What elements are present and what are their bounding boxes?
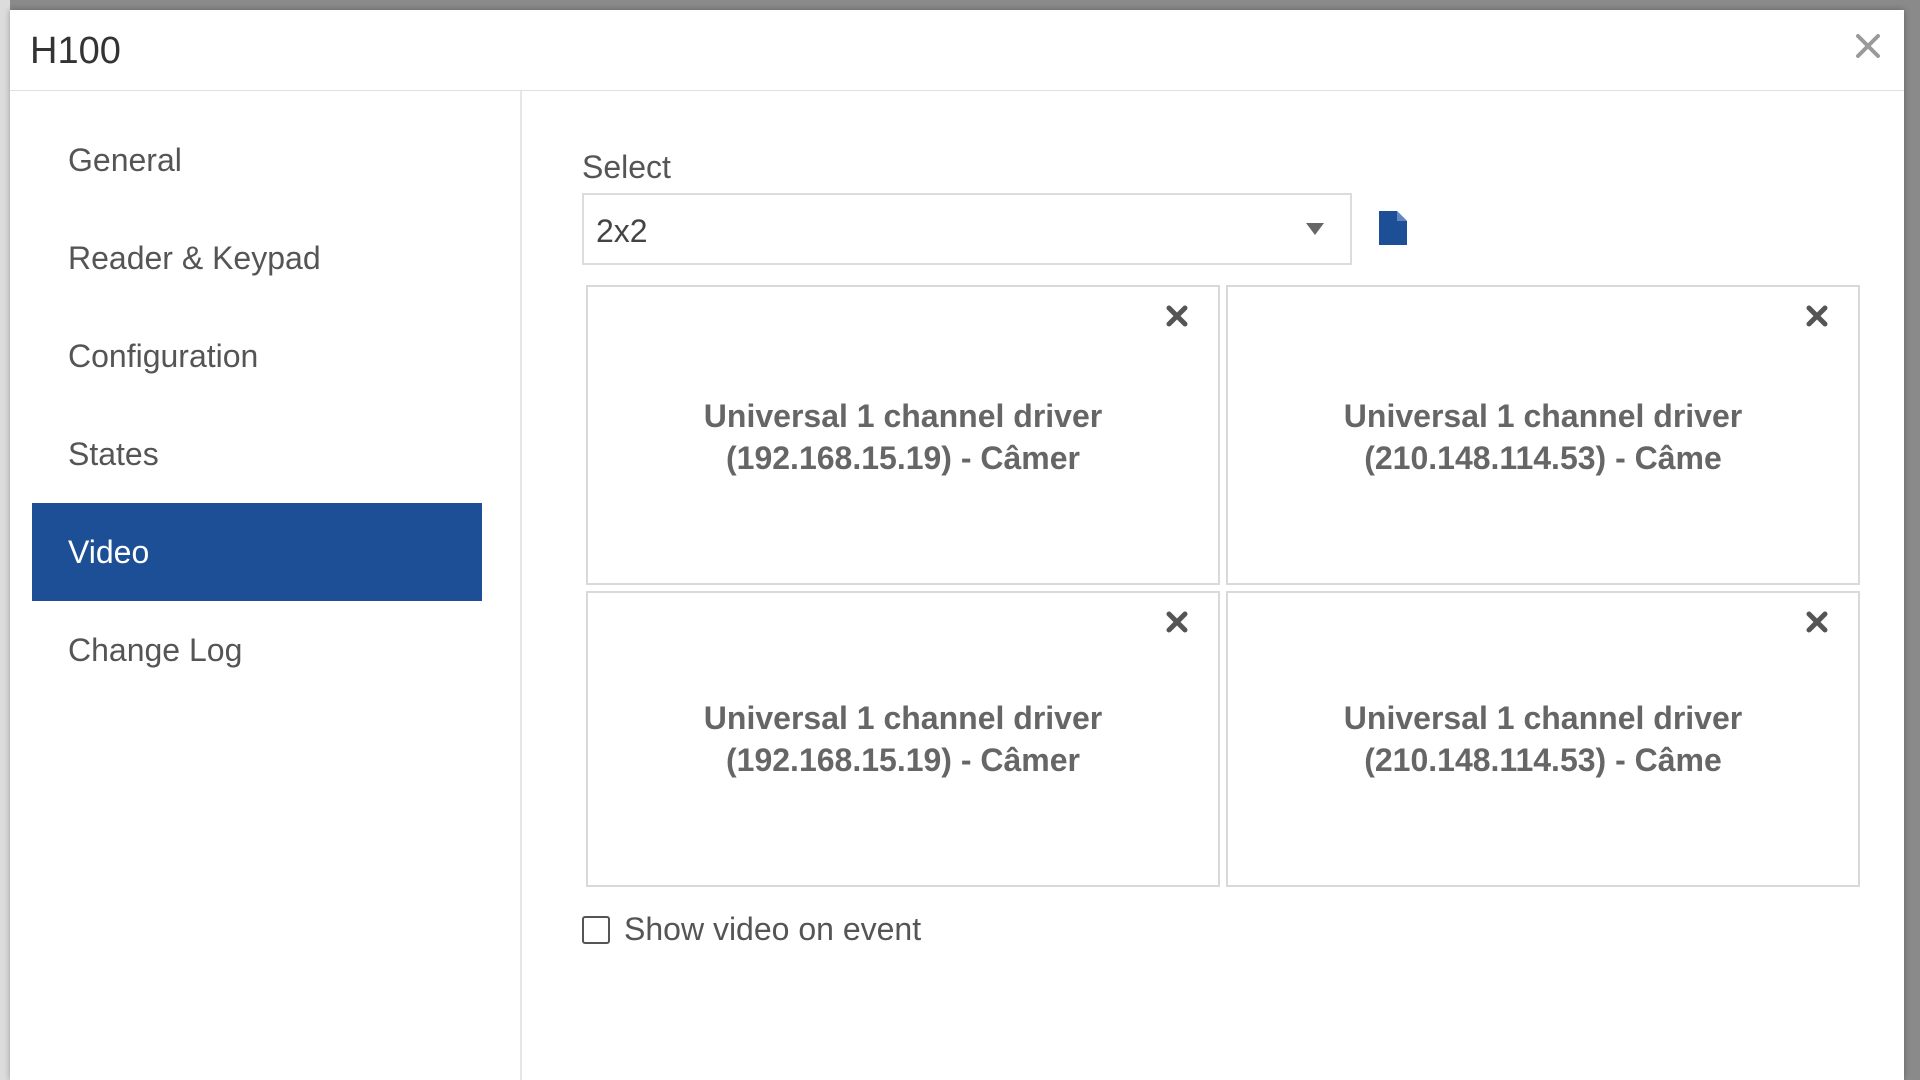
camera-label-line2: (210.148.114.53) - Câme xyxy=(1364,742,1722,778)
device-dialog: H100 General Reader & Keypad Configurati… xyxy=(10,10,1904,1080)
camera-label: Universal 1 channel driver (210.148.114.… xyxy=(1228,697,1858,781)
camera-label: Universal 1 channel driver (210.148.114.… xyxy=(1228,395,1858,479)
document-button[interactable] xyxy=(1377,209,1409,247)
sidebar-item-states[interactable]: States xyxy=(32,405,482,503)
remove-icon xyxy=(1806,305,1828,327)
layout-select[interactable]: 2x2 xyxy=(582,193,1352,265)
dialog-header: H100 xyxy=(10,10,1904,91)
close-button[interactable] xyxy=(1848,26,1888,66)
remove-button[interactable] xyxy=(1162,301,1192,331)
camera-label-line2: (192.168.15.19) - Câmer xyxy=(726,742,1080,778)
video-cell[interactable]: Universal 1 channel driver (210.148.114.… xyxy=(1226,285,1860,585)
sidebar-item-general[interactable]: General xyxy=(32,111,482,209)
video-cell[interactable]: Universal 1 channel driver (192.168.15.1… xyxy=(586,591,1220,887)
camera-label-line1: Universal 1 channel driver xyxy=(1343,700,1743,736)
sidebar-item-label: Change Log xyxy=(68,631,243,668)
sidebar-item-change-log[interactable]: Change Log xyxy=(32,601,482,699)
camera-label-line1: Universal 1 channel driver xyxy=(703,398,1103,434)
sidebar-item-label: Video xyxy=(68,533,150,570)
remove-icon xyxy=(1166,611,1188,633)
remove-button[interactable] xyxy=(1162,607,1192,637)
show-video-on-event-label[interactable]: Show video on event xyxy=(624,911,921,948)
show-video-on-event-row: Show video on event xyxy=(582,911,921,948)
remove-button[interactable] xyxy=(1802,301,1832,331)
remove-icon xyxy=(1806,611,1828,633)
video-panel: Select 2x2 Universal 1 channel driver (1 xyxy=(572,91,1872,1080)
sidebar-item-label: General xyxy=(68,141,182,178)
camera-label-line1: Universal 1 channel driver xyxy=(703,700,1103,736)
video-cell[interactable]: Universal 1 channel driver (192.168.15.1… xyxy=(586,285,1220,585)
layout-select-value: 2x2 xyxy=(596,213,648,249)
remove-button[interactable] xyxy=(1802,607,1832,637)
dialog-title: H100 xyxy=(30,30,121,72)
camera-label-line2: (192.168.15.19) - Câmer xyxy=(726,440,1080,476)
sidebar-nav: General Reader & Keypad Configuration St… xyxy=(32,111,482,699)
sidebar: General Reader & Keypad Configuration St… xyxy=(10,91,522,1080)
remove-icon xyxy=(1166,305,1188,327)
camera-label: Universal 1 channel driver (192.168.15.1… xyxy=(588,697,1218,781)
camera-label: Universal 1 channel driver (192.168.15.1… xyxy=(588,395,1218,479)
document-icon xyxy=(1379,211,1407,245)
backdrop-strip xyxy=(0,0,10,1080)
sidebar-item-label: Reader & Keypad xyxy=(68,239,321,276)
video-grid: Universal 1 channel driver (192.168.15.1… xyxy=(586,285,1860,889)
video-cell[interactable]: Universal 1 channel driver (210.148.114.… xyxy=(1226,591,1860,887)
chevron-down-icon xyxy=(1306,223,1324,235)
sidebar-item-label: Configuration xyxy=(68,337,259,374)
camera-label-line2: (210.148.114.53) - Câme xyxy=(1364,440,1722,476)
select-label: Select xyxy=(582,149,671,185)
sidebar-item-reader-keypad[interactable]: Reader & Keypad xyxy=(32,209,482,307)
camera-label-line1: Universal 1 channel driver xyxy=(1343,398,1743,434)
show-video-on-event-checkbox[interactable] xyxy=(582,915,610,944)
sidebar-item-video[interactable]: Video xyxy=(32,503,482,601)
close-icon xyxy=(1856,34,1880,58)
sidebar-item-label: States xyxy=(68,435,159,472)
sidebar-item-configuration[interactable]: Configuration xyxy=(32,307,482,405)
